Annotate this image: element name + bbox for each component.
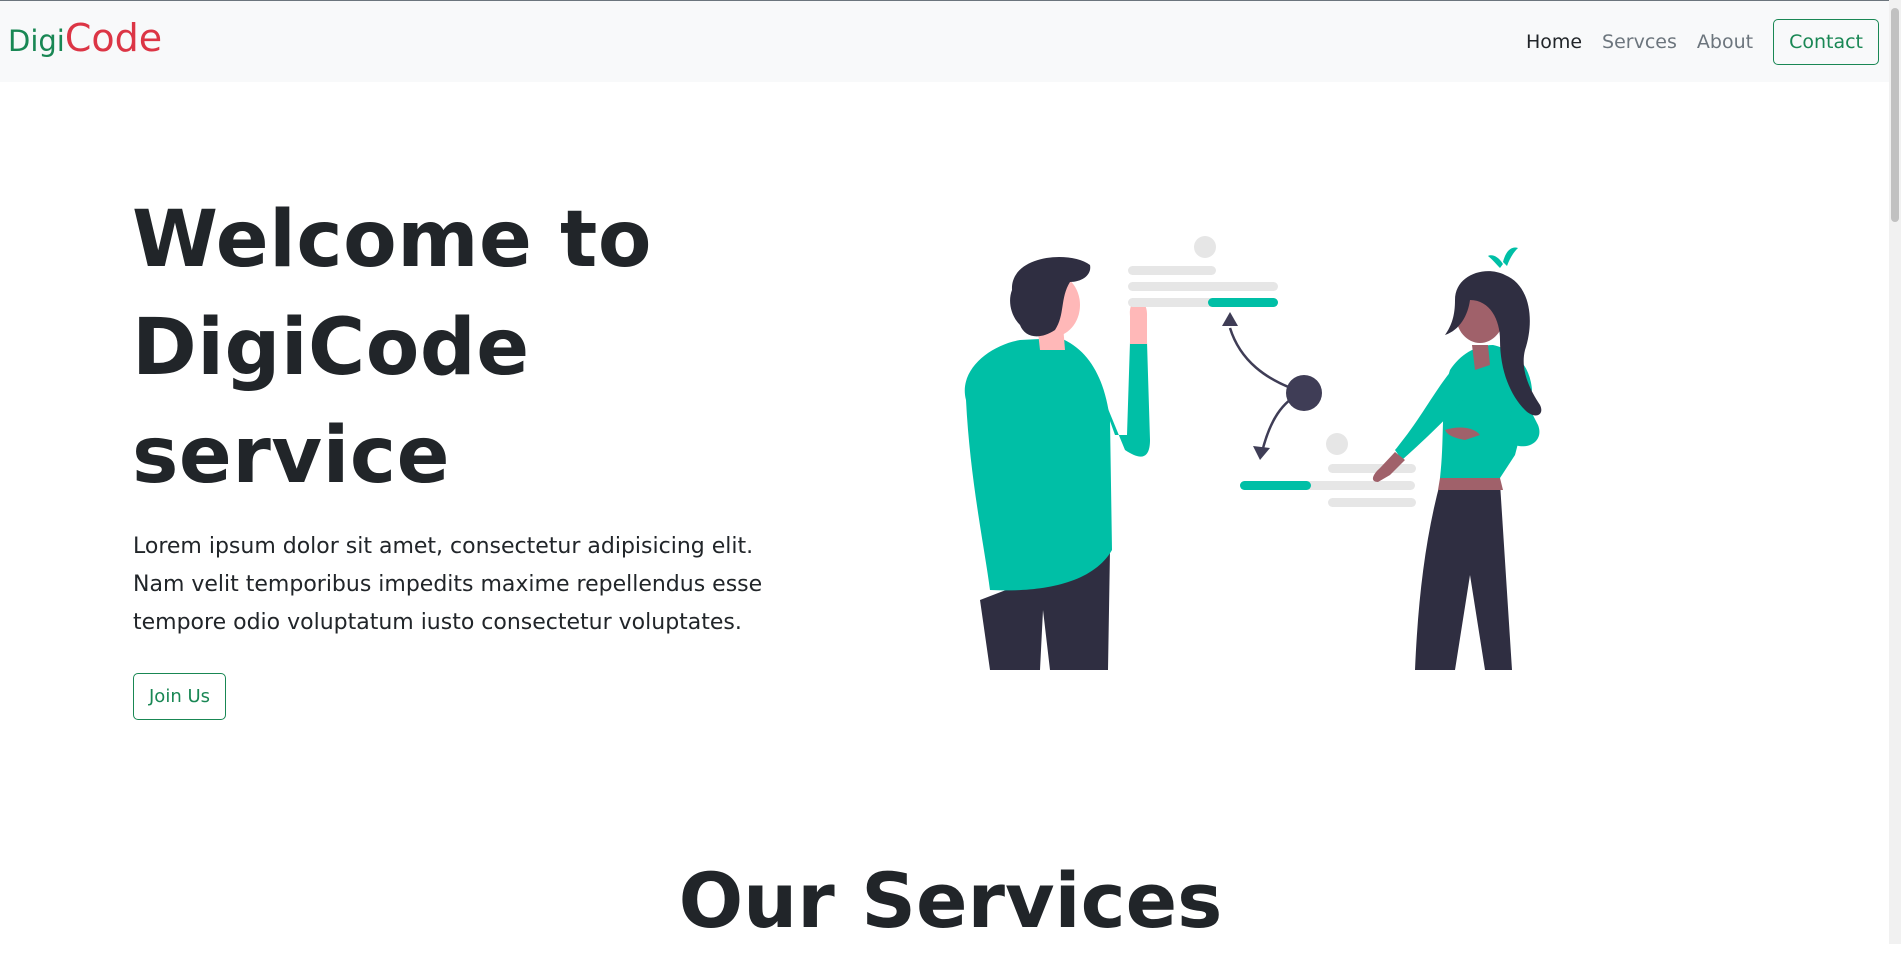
page-scrollbar[interactable] bbox=[1889, 0, 1901, 944]
woman-figure bbox=[1372, 247, 1542, 670]
nav-links: Home Servces About Contact bbox=[1526, 19, 1879, 65]
navbar: DigiCode Home Servces About Contact bbox=[0, 0, 1901, 82]
hero-illustration bbox=[964, 236, 1542, 670]
brand-code: Code bbox=[64, 16, 163, 60]
nav-services[interactable]: Servces bbox=[1602, 31, 1677, 53]
nav-home[interactable]: Home bbox=[1526, 31, 1582, 53]
brand-digi: Digi bbox=[8, 24, 65, 58]
man-figure bbox=[964, 257, 1150, 670]
join-us-button[interactable]: Join Us bbox=[133, 673, 227, 720]
brand-logo[interactable]: DigiCode bbox=[8, 19, 162, 57]
top-card bbox=[1128, 236, 1278, 307]
services-heading: Our Services bbox=[678, 856, 1223, 945]
contact-button[interactable]: Contact bbox=[1773, 19, 1879, 65]
exchange-arrows bbox=[1222, 312, 1322, 460]
nav-about[interactable]: About bbox=[1697, 31, 1753, 53]
hero-description: Lorem ipsum dolor sit amet, consectetur … bbox=[133, 534, 763, 635]
scrollbar-thumb[interactable] bbox=[1891, 8, 1899, 222]
hero-title: Welcome to DigiCode service bbox=[132, 195, 652, 501]
